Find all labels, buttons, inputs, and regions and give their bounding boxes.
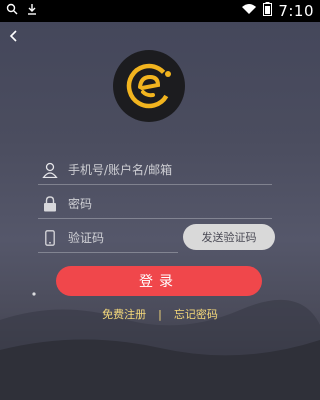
password-field [38,189,272,219]
link-separator: | [158,307,162,321]
status-bar: 7:10 [0,0,320,22]
forgot-password-link[interactable]: 忘记密码 [174,306,218,322]
account-input[interactable] [68,162,248,177]
back-icon[interactable] [6,28,22,44]
verification-code-input[interactable] [68,231,168,245]
account-field [38,155,272,185]
download-icon [26,3,38,19]
divider [38,252,178,253]
search-icon [6,3,18,19]
auth-links: 免费注册 | 忘记密码 [0,306,320,322]
app-logo-icon [113,50,185,122]
login-button[interactable]: 登录 [56,266,262,296]
user-icon [38,162,62,178]
mountain-silhouette [0,292,320,400]
wifi-icon [241,3,257,19]
register-link[interactable]: 免费注册 [102,306,146,322]
clock: 7:10 [278,2,314,20]
battery-icon [263,2,273,20]
lock-icon [38,195,62,212]
send-code-button[interactable]: 发送验证码 [183,224,275,250]
password-input[interactable] [68,196,248,211]
phone-icon [38,230,62,246]
